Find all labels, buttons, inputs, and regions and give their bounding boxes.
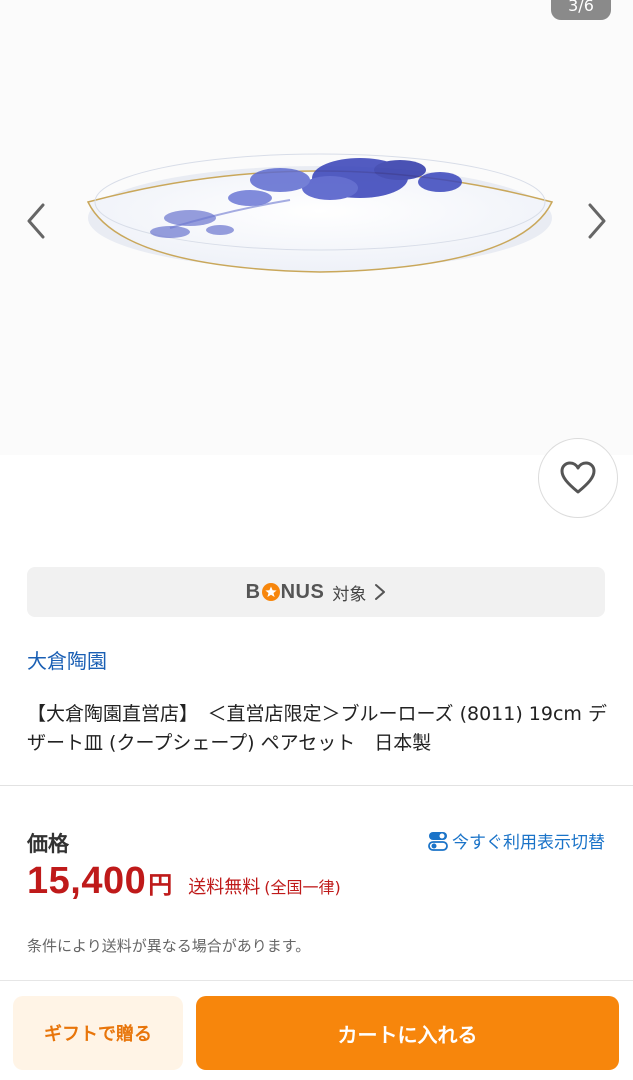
previous-image-button[interactable] [16, 196, 56, 246]
next-image-button[interactable] [577, 196, 617, 246]
price-row: 15,400 円 送料無料 (全国一律) [27, 860, 341, 903]
chevron-left-icon [27, 203, 45, 239]
image-gallery[interactable]: 3/6 [0, 0, 633, 545]
price-label: 価格 [27, 832, 69, 856]
shop-name-link[interactable]: 大倉陶園 [27, 645, 107, 674]
add-to-cart-button[interactable]: カートに入れる [196, 996, 619, 1070]
star-icon [261, 583, 280, 601]
bonus-logo-text-start: B [245, 580, 261, 603]
image-counter: 3/6 [551, 0, 611, 20]
gift-button[interactable]: ギフトで贈る [13, 996, 183, 1070]
action-bar-divider [0, 980, 633, 981]
bonus-logo: B NUS [246, 581, 325, 604]
display-switch-link[interactable]: 今すぐ利用表示切替 [428, 828, 605, 853]
shipping-label: 送料無料 [188, 877, 261, 898]
display-switch-label: 今すぐ利用表示切替 [452, 833, 605, 853]
price-value: 15,400 [27, 860, 147, 902]
chevron-right-icon [588, 203, 606, 239]
toggle-icon [428, 831, 448, 851]
bonus-label: 対象 [332, 584, 367, 605]
section-divider [0, 785, 633, 786]
bonus-eligible-bar[interactable]: B NUS 対象 [27, 567, 605, 617]
product-title: 【大倉陶園直営店】 ＜直営店限定＞ブルーローズ (8011) 19cm デザート… [27, 703, 607, 754]
heart-icon [560, 461, 596, 494]
favorite-button[interactable] [538, 438, 618, 518]
price-currency: 円 [148, 871, 173, 899]
shipping-note: (全国一律) [264, 878, 341, 897]
shipping-condition-note: 条件により送料が異なる場合があります。 [27, 937, 311, 955]
bonus-logo-text-end: NUS [280, 580, 325, 603]
chevron-right-icon [375, 584, 386, 600]
product-image [86, 153, 554, 273]
